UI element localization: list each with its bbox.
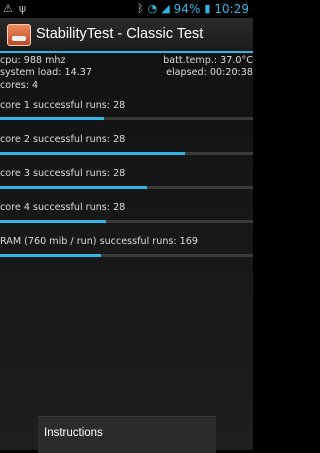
signal-icon: ◢ [161, 2, 170, 15]
app-icon[interactable] [7, 24, 31, 46]
run-progress-core-2 [0, 152, 253, 155]
battery-temp: batt.temp.: 37.0°C [163, 55, 253, 66]
run-progress-core-4 [0, 220, 253, 223]
content-area: cpu: 988 mhz batt.temp.: 37.0°C system l… [0, 53, 253, 450]
bluetooth-icon: ᛒ [136, 2, 144, 15]
run-progress-ram [0, 254, 253, 257]
action-bar: StabilityTest - Classic Test [0, 18, 253, 53]
elapsed-time: elapsed: 00:20:38 [166, 67, 253, 78]
battery-icon: ▮ [204, 2, 211, 15]
instructions-button[interactable]: Instructions [38, 416, 216, 453]
battery-percent: 94% [173, 2, 201, 16]
cores-count: cores: 4 [0, 80, 39, 91]
run-progress-core-3 [0, 186, 253, 189]
app-title: StabilityTest - Classic Test [36, 26, 204, 42]
wifi-icon: ◔ [147, 2, 158, 15]
instructions-label: Instructions [44, 427, 103, 439]
status-time: 10:29 [214, 2, 249, 16]
run-label-core-4: core 4 successful runs: 28 [0, 202, 126, 213]
run-label-core-2: core 2 successful runs: 28 [0, 134, 126, 145]
system-load: system load: 14.37 [0, 67, 92, 78]
run-label-core-3: core 3 successful runs: 28 [0, 168, 126, 179]
run-label-ram: RAM (760 mib / run) successful runs: 169 [0, 236, 198, 247]
warning-icon: ⚠ [3, 2, 13, 15]
cpu-speed: cpu: 988 mhz [0, 55, 66, 66]
usb-icon: ψ [18, 2, 27, 15]
run-progress-core-1 [0, 117, 253, 120]
status-bar: ⚠ ψ ᛒ ◔ ◢ 94% ▮ 10:29 [0, 0, 253, 18]
run-label-core-1: core 1 successful runs: 28 [0, 100, 126, 111]
